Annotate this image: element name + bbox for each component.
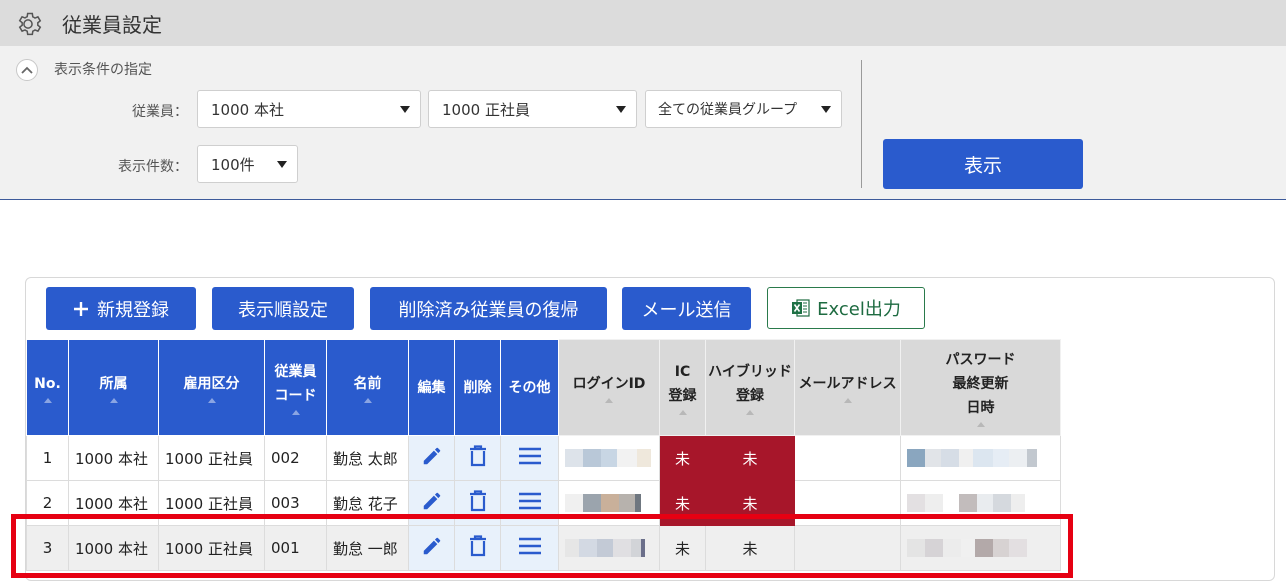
hamburger-icon — [518, 447, 541, 465]
new-register-button[interactable]: 新規登録 — [46, 287, 196, 330]
sort-icon — [678, 410, 687, 415]
sort-icon — [43, 398, 52, 403]
send-mail-button[interactable]: メール送信 — [622, 287, 751, 330]
cell-no: 1 — [26, 435, 69, 481]
trash-icon — [469, 445, 486, 467]
display-order-button[interactable]: 表示順設定 — [212, 287, 354, 330]
filter-panel: 表示条件の指定 従業員： 1000 本社 1000 正社員 全ての従業員グループ… — [0, 46, 1286, 200]
count-select[interactable]: 100件 — [197, 145, 298, 183]
caret-down-icon — [616, 106, 626, 113]
delete-button[interactable] — [454, 435, 501, 481]
col-header-no[interactable]: No. — [26, 339, 69, 436]
cell-name: 勤怠 太郎 — [326, 435, 409, 481]
col-header-edit: 編集 — [408, 339, 455, 436]
employment-select-value: 1000 正社員 — [442, 100, 530, 119]
group-select-value: 全ての従業員グループ — [658, 102, 798, 118]
col-header-mail[interactable]: メールアドレス — [794, 339, 901, 436]
other-menu-button[interactable] — [500, 435, 559, 481]
sort-icon — [746, 410, 754, 415]
sort-icon — [291, 410, 300, 415]
sort-icon — [843, 398, 852, 403]
sort-icon — [605, 398, 613, 403]
restore-deleted-button[interactable]: 削除済み従業員の復帰 — [370, 287, 607, 330]
cell-mail — [794, 435, 901, 481]
cell-office: 1000 本社 — [68, 435, 159, 481]
col-header-other: その他 — [500, 339, 559, 436]
caret-down-icon — [821, 106, 831, 113]
col-header-delete: 削除 — [454, 339, 501, 436]
employment-select[interactable]: 1000 正社員 — [428, 90, 637, 128]
cell-employment: 1000 正社員 — [158, 435, 265, 481]
count-select-value: 100件 — [211, 155, 255, 174]
cell-password-updated — [900, 435, 1061, 481]
col-header-password[interactable]: パスワード 最終更新 日時 — [900, 339, 1061, 436]
gear-icon — [18, 12, 42, 36]
col-header-ic[interactable]: IC 登録 — [659, 339, 706, 436]
page-header: 従業員設定 — [0, 0, 1286, 46]
filter-title: 表示条件の指定 — [54, 62, 152, 78]
col-header-code[interactable]: 従業員 コード — [264, 339, 327, 436]
caret-down-icon — [277, 161, 287, 168]
sort-icon — [976, 422, 985, 427]
hamburger-icon — [518, 492, 541, 510]
edit-button[interactable] — [408, 435, 455, 481]
page-title: 従業員設定 — [62, 13, 162, 37]
chevron-up-icon — [21, 66, 33, 74]
excel-export-label: Excel出力 — [817, 299, 901, 320]
collapse-button[interactable] — [16, 59, 38, 81]
group-select[interactable]: 全ての従業員グループ — [645, 90, 842, 128]
cell-hybrid-status: 未 — [705, 435, 795, 481]
cell-login-id — [558, 435, 660, 481]
employee-label: 従業員： — [132, 104, 188, 120]
highlight-annotation — [11, 514, 1073, 578]
sort-icon — [207, 398, 216, 403]
pencil-icon — [423, 447, 440, 465]
col-header-name[interactable]: 名前 — [326, 339, 409, 436]
office-select[interactable]: 1000 本社 — [197, 90, 421, 128]
table-row: 1 1000 本社 1000 正社員 002 勤怠 太郎 未 未 — [26, 435, 1061, 481]
table-header-row: No. 所属 雇用区分 従業員 コード 名前 編集 削除 その他 ログインID I… — [26, 339, 1061, 436]
new-register-label: 新規登録 — [97, 299, 169, 321]
cell-ic-status: 未 — [659, 435, 706, 481]
count-label: 表示件数： — [118, 159, 188, 175]
caret-down-icon — [400, 106, 410, 113]
sort-icon — [109, 398, 118, 403]
col-header-office[interactable]: 所属 — [68, 339, 159, 436]
office-select-value: 1000 本社 — [211, 100, 284, 119]
trash-icon — [469, 490, 486, 512]
excel-export-button[interactable]: Excel出力 — [767, 287, 925, 329]
excel-icon — [792, 299, 810, 317]
show-button[interactable]: 表示 — [883, 139, 1083, 189]
col-header-hybrid[interactable]: ハイブリッド 登録 — [705, 339, 795, 436]
col-header-login[interactable]: ログインID — [558, 339, 660, 436]
col-header-employment[interactable]: 雇用区分 — [158, 339, 265, 436]
cell-code: 002 — [264, 435, 327, 481]
pencil-icon — [423, 492, 440, 510]
divider — [861, 60, 862, 188]
sort-icon — [363, 398, 372, 403]
plus-icon — [74, 301, 88, 316]
